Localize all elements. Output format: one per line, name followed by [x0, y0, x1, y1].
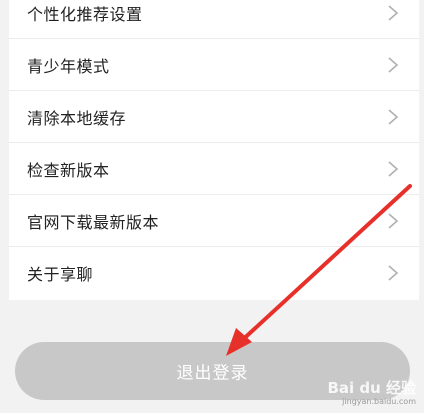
settings-item-label: 清除本地缓存 [27, 108, 127, 128]
chevron-right-icon [387, 264, 399, 282]
settings-item-label: 检查新版本 [27, 160, 110, 180]
settings-item-teen-mode[interactable]: 青少年模式 [9, 39, 419, 91]
chevron-right-icon [387, 108, 399, 126]
settings-item-label: 关于享聊 [27, 265, 94, 284]
watermark-logo: Bai du 经验 [327, 379, 416, 397]
settings-item-check-update[interactable]: 检查新版本 [9, 143, 419, 195]
settings-item-label: 青少年模式 [27, 56, 110, 76]
watermark-url: jingyan.baidu.com [342, 397, 416, 406]
settings-item-personalized-recommendation[interactable]: 个性化推荐设置 [9, 0, 419, 39]
chevron-right-icon [387, 212, 399, 230]
settings-item-label: 官网下载最新版本 [27, 212, 160, 232]
watermark: Bai du 经验 jingyan.baidu.com [318, 377, 418, 411]
settings-item-download-latest[interactable]: 官网下载最新版本 [9, 195, 419, 247]
chevron-right-icon [387, 160, 399, 178]
chevron-right-icon [387, 4, 399, 22]
settings-item-about[interactable]: 关于享聊 [9, 247, 419, 299]
settings-list: 个性化推荐设置 青少年模式 清除本地缓存 检查新版本 官网下载最新版本 关于享聊 [9, 0, 419, 300]
chevron-right-icon [387, 56, 399, 74]
settings-item-clear-cache[interactable]: 清除本地缓存 [9, 91, 419, 143]
settings-item-label: 个性化推荐设置 [27, 4, 143, 24]
